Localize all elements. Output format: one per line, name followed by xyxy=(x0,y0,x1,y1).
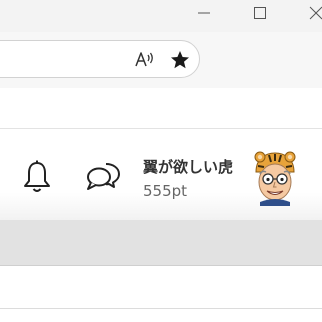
user-points: 555pt xyxy=(143,182,188,200)
notifications-button[interactable] xyxy=(17,157,57,197)
user-name[interactable]: 翼が欲しい虎 xyxy=(143,156,233,177)
browser-window: 翼が欲しい虎 555pt xyxy=(0,0,322,322)
divider xyxy=(0,308,322,309)
close-button[interactable] xyxy=(304,0,322,26)
page-top-area xyxy=(0,88,322,128)
user-avatar[interactable] xyxy=(252,150,298,206)
messages-button[interactable] xyxy=(83,157,123,197)
navigation-band xyxy=(0,220,322,266)
close-icon xyxy=(309,6,322,20)
title-bar xyxy=(0,0,322,32)
maximize-icon xyxy=(254,7,266,19)
maximize-button[interactable] xyxy=(248,0,272,26)
bell-icon xyxy=(24,160,50,192)
read-aloud-button[interactable] xyxy=(134,49,156,71)
minimize-button[interactable] xyxy=(192,0,216,26)
star-filled-icon xyxy=(171,51,189,69)
tiger-hat-avatar xyxy=(254,151,296,206)
page-content xyxy=(0,267,322,322)
minimize-icon xyxy=(198,12,210,14)
favorite-button[interactable] xyxy=(169,49,191,71)
read-aloud-icon xyxy=(135,52,153,67)
chat-bubbles-icon xyxy=(87,163,120,190)
